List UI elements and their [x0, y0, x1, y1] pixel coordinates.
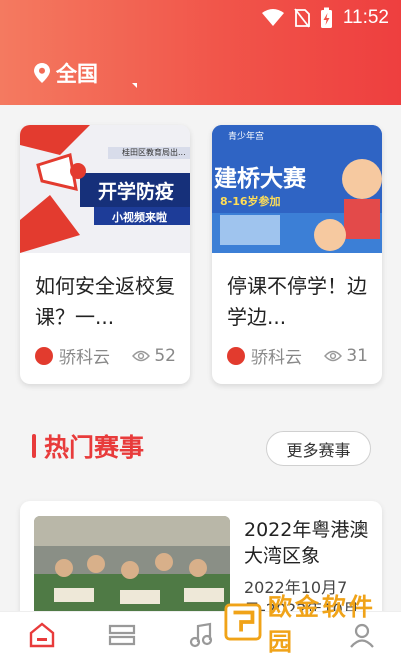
eye-icon	[324, 350, 343, 361]
news-card-views: 52	[132, 346, 176, 366]
home-icon	[29, 622, 55, 648]
location-selector[interactable]: 全国	[34, 58, 98, 88]
news-card-source: 骄科云	[59, 348, 110, 368]
watermark-logo-icon	[224, 603, 262, 641]
thumb-top-text: 桂田区教育局出...	[122, 148, 186, 157]
music-icon	[189, 622, 213, 648]
news-card-thumbnail: 桂田区教育局出... 开学防疫 小视频来啦	[20, 125, 190, 253]
no-sim-icon	[294, 8, 310, 28]
watermark-text: 欧金软件园	[267, 593, 376, 653]
status-time: 11:52	[342, 7, 389, 28]
section-accent-bar	[32, 434, 36, 458]
location-pin-icon	[34, 63, 50, 83]
event-title: 2022年粤港澳大湾区象	[244, 519, 369, 567]
dropdown-caret-icon[interactable]	[132, 83, 137, 88]
thumb-banner-text: 建桥大赛	[214, 166, 306, 192]
news-card-thumbnail: 青少年宫 建桥大赛 8-16岁参加	[212, 125, 382, 253]
location-label: 全国	[56, 62, 98, 86]
event-photo	[34, 516, 230, 626]
source-logo-icon	[227, 346, 245, 365]
news-card[interactable]: 青少年宫 建桥大赛 8-16岁参加 停课不停学！边学边... 骄科云 31	[212, 125, 382, 384]
section-header-hot-events: 热门赛事	[32, 428, 144, 464]
news-card-source: 骄科云	[251, 348, 302, 368]
wifi-icon	[261, 9, 284, 26]
news-card-meta: 骄科云 31	[227, 343, 368, 368]
tab-home[interactable]	[24, 620, 60, 650]
news-card-title: 如何安全返校复课？一...	[35, 274, 175, 329]
thumb-sub-text: 小视频来啦	[112, 211, 167, 224]
news-card-title: 停课不停学！边学边...	[227, 274, 367, 329]
list-icon	[108, 624, 136, 646]
news-card[interactable]: 桂田区教育局出... 开学防疫 小视频来啦 如何安全返校复课？一... 骄科云 …	[20, 125, 190, 384]
watermark: 欧金软件园	[224, 593, 396, 653]
tab-music[interactable]	[184, 620, 220, 650]
status-bar: 11:52	[261, 6, 389, 30]
more-events-button[interactable]: 更多赛事	[266, 431, 371, 466]
source-logo-icon	[35, 346, 53, 365]
tab-list[interactable]	[104, 620, 140, 650]
news-card-view-count: 31	[346, 345, 368, 366]
news-card-meta: 骄科云 52	[35, 343, 176, 368]
thumb-banner-text: 开学防疫	[98, 181, 175, 203]
header-bar: 11:52 全国	[0, 0, 401, 105]
eye-icon	[132, 350, 151, 361]
thumb-sub-text: 8-16岁参加	[220, 195, 281, 208]
battery-charging-icon	[320, 7, 332, 28]
news-card-view-count: 52	[154, 345, 176, 366]
thumb-top-text: 青少年宫	[228, 132, 265, 142]
section-title: 热门赛事	[44, 433, 145, 462]
news-card-views: 31	[324, 346, 368, 366]
